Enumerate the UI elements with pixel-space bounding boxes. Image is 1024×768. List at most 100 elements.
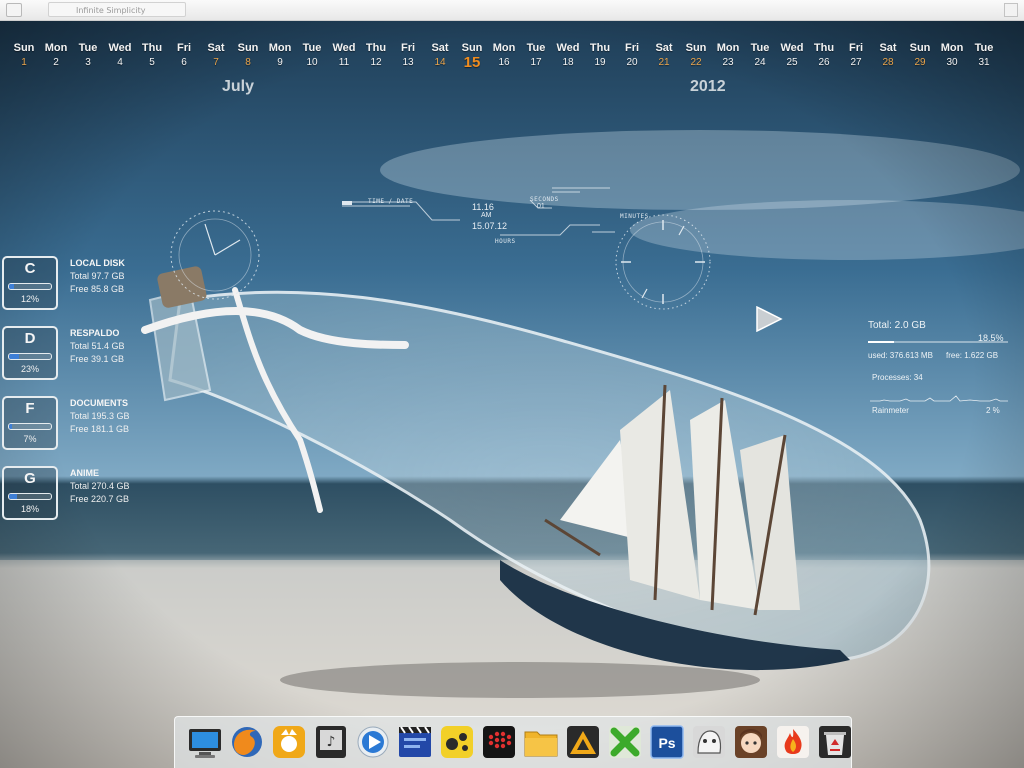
calendar-day[interactable]: Fri 13 — [392, 42, 424, 71]
drive-widget[interactable]: D 23% RESPALDO Total 51.4 GB Free 39.1 GB — [2, 326, 125, 381]
drive-usage-bar — [8, 423, 52, 430]
ram-bar-fill — [868, 341, 894, 343]
calendar-day[interactable]: Wed 18 — [552, 42, 584, 71]
calendar-weekday: Tue — [302, 42, 322, 54]
drive-letter: C — [24, 260, 36, 277]
calendar-weekday: Fri — [176, 42, 192, 54]
calendar-day[interactable]: Mon 2 — [40, 42, 72, 71]
calendar-day[interactable]: Sun 22 — [680, 42, 712, 71]
calendar-date: 25 — [786, 57, 798, 68]
calendar-day[interactable]: Thu 12 — [360, 42, 392, 71]
calendar-day[interactable]: Wed 11 — [328, 42, 360, 71]
calendar-day[interactable]: Sat 14 — [424, 42, 456, 71]
calendar-day[interactable]: Wed 25 — [776, 42, 808, 71]
calendar-day[interactable]: Fri 20 — [616, 42, 648, 71]
system-menu-button[interactable] — [6, 3, 22, 17]
anime-girl-icon[interactable] — [732, 723, 770, 761]
calendar-day[interactable]: Tue 3 — [72, 42, 104, 71]
calendar-day[interactable]: Fri 27 — [840, 42, 872, 71]
calendar-date: 28 — [882, 57, 894, 68]
drive-letter: G — [24, 470, 36, 487]
calendar-date: 12 — [370, 57, 382, 68]
drive-free: Free 181.1 GB — [70, 424, 130, 434]
calendar-day[interactable]: Tue 24 — [744, 42, 776, 71]
calendar-weekday: Tue — [974, 42, 994, 54]
calendar-weekday: Fri — [400, 42, 416, 54]
media-player-icon[interactable] — [354, 723, 392, 761]
my-computer-icon[interactable] — [186, 723, 224, 761]
photoshop-label: Ps — [658, 735, 675, 751]
recycle-bin-icon[interactable] — [816, 723, 854, 761]
calendar-day[interactable]: Wed 4 — [104, 42, 136, 71]
ram-total: Total: 2.0 GB — [868, 320, 926, 331]
hours-label: HOURS — [495, 238, 516, 245]
drive-name: ANIME — [70, 468, 99, 478]
calendar-day[interactable]: Mon 9 — [264, 42, 296, 71]
calendar-day[interactable]: Sat 7 — [200, 42, 232, 71]
drive-percent: 12% — [20, 294, 39, 304]
calendar-date: 4 — [117, 57, 123, 68]
calendar-weekday: Sun — [13, 42, 35, 54]
calendar-weekday: Mon — [268, 42, 292, 54]
photoshop-icon[interactable]: Ps — [648, 723, 686, 761]
calendar-day[interactable]: Mon 30 — [936, 42, 968, 71]
calendar-date: 29 — [914, 57, 926, 68]
green-x-app-icon[interactable] — [606, 723, 644, 761]
calendar-day[interactable]: Sun 29 — [904, 42, 936, 71]
drive-letter: F — [25, 400, 35, 417]
drive-usage-bar — [8, 283, 52, 290]
drive-usage-fill — [9, 494, 17, 499]
calendar-weekday: Thu — [589, 42, 611, 54]
calendar-weekday: Sun — [237, 42, 259, 54]
calendar-day[interactable]: Sun 8 — [232, 42, 264, 71]
calendar-day[interactable]: Sat 21 — [648, 42, 680, 71]
minutes-dial — [615, 214, 711, 310]
calendar-strip: Sun 1 Mon 2 Tue 3 Wed 4 Thu 5 Fri 6 Sat 7 Sun 8 Mon 9 Tue 1… — [8, 42, 1000, 71]
window-title[interactable]: Infinite Simplicity — [48, 2, 186, 17]
anime-character-icon[interactable] — [690, 723, 728, 761]
calendar-weekday: Sat — [431, 42, 449, 54]
calendar-day[interactable]: Thu 5 — [136, 42, 168, 71]
calendar-date: 21 — [658, 57, 670, 68]
calendar-day[interactable]: Thu 19 — [584, 42, 616, 71]
calendar-day[interactable]: Fri 6 — [168, 42, 200, 71]
video-editor-icon[interactable] — [396, 723, 434, 761]
folder-icon[interactable] — [522, 723, 560, 761]
window-control-button[interactable] — [1004, 3, 1018, 17]
calendar-day[interactable]: Sun 15 — [456, 42, 488, 71]
calendar-date: 26 — [818, 57, 830, 68]
calendar-day[interactable]: Mon 16 — [488, 42, 520, 71]
calendar-date: 11 — [338, 57, 350, 68]
calendar-date: 23 — [722, 57, 734, 68]
calendar-day[interactable]: Mon 23 — [712, 42, 744, 71]
calendar-date: 30 — [946, 57, 958, 68]
drive-widget[interactable]: C 12% LOCAL DISK Total 97.7 GB Free 85.8 GB — [2, 256, 125, 311]
dots-app-icon[interactable] — [480, 723, 518, 761]
drive-widget[interactable]: F 7% DOCUMENTS Total 195.3 GB Free 181.1 GB — [2, 396, 130, 451]
warning-app-icon[interactable] — [564, 723, 602, 761]
calendar-day[interactable]: Tue 17 — [520, 42, 552, 71]
calendar-day[interactable]: Thu 26 — [808, 42, 840, 71]
calendar-day[interactable]: Sat 28 — [872, 42, 904, 71]
itunes-icon[interactable]: ♪ — [312, 723, 350, 761]
calendar-date: 14 — [434, 57, 446, 68]
calendar-day[interactable]: Sun 1 — [8, 42, 40, 71]
drive-usage-bar — [8, 353, 52, 360]
gom-player-icon[interactable] — [270, 723, 308, 761]
play-icon[interactable] — [755, 306, 783, 332]
flame-app-icon[interactable] — [774, 723, 812, 761]
drive-widget[interactable]: G 18% ANIME Total 270.4 GB Free 220.7 GB — [2, 466, 130, 521]
ram-used: used: 376.613 MB — [868, 351, 933, 360]
calendar-date: 2 — [53, 57, 59, 68]
drive-usage-fill — [9, 424, 12, 429]
calendar-weekday: Mon — [716, 42, 740, 54]
drive-free: Free 39.1 GB — [70, 354, 125, 364]
drive-total: Total 195.3 GB — [70, 411, 130, 421]
firefox-icon[interactable] — [228, 723, 266, 761]
calendar-weekday: Tue — [750, 42, 770, 54]
calendar-day[interactable]: Tue 31 — [968, 42, 1000, 71]
game-controller-icon[interactable] — [438, 723, 476, 761]
calendar-weekday: Thu — [365, 42, 387, 54]
calendar-today: 15 — [463, 54, 481, 71]
calendar-day[interactable]: Tue 10 — [296, 42, 328, 71]
